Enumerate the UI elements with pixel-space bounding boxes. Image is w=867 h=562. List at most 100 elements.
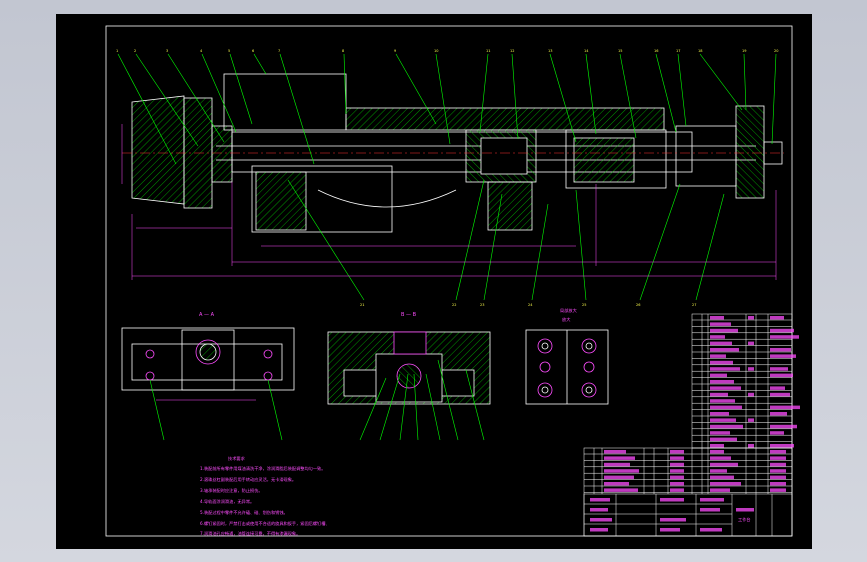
svg-text:11: 11 (486, 49, 490, 53)
svg-text:13: 13 (548, 49, 552, 53)
parts-list-entry (770, 469, 786, 473)
parts-list (583, 313, 793, 537)
parts-list-entry (590, 528, 608, 532)
parts-list-entry (670, 469, 684, 473)
parts-list-entry (710, 322, 731, 326)
parts-list-entry (770, 392, 790, 397)
parts-list-entry (770, 354, 796, 358)
parts-list-entry (700, 508, 720, 512)
parts-list-entry (670, 456, 684, 460)
svg-text:16: 16 (654, 49, 658, 53)
svg-text:25: 25 (582, 303, 586, 307)
parts-list-entry (770, 373, 793, 378)
handwheel (735, 105, 765, 199)
parts-list-entry (710, 488, 730, 492)
parts-list-entry (710, 412, 729, 416)
svg-text:7: 7 (278, 49, 280, 53)
parts-list-entry (770, 348, 791, 352)
parts-list-entry (590, 518, 612, 522)
svg-text:24: 24 (528, 303, 533, 307)
technical-requirements: 技术要求 1.装配前所有零件用煤油清洗干净，涂润滑脂后装配调整均匀一致。 2.滚… (200, 455, 330, 537)
parts-list-entry (710, 386, 741, 390)
parts-list-entry (604, 450, 626, 454)
parts-list-entry (670, 482, 684, 486)
title-block-name: 工作台 (738, 516, 751, 523)
parts-list-entry (604, 462, 630, 467)
tech-req-line: 6.螺钉紧固时，严禁打击或使用不合适的旋具和扳手，紧固后螺钉槽、 (200, 520, 330, 527)
parts-list-entry (670, 450, 684, 454)
parts-list-entry (710, 341, 732, 346)
parts-list-entry (770, 444, 794, 448)
title-block (583, 493, 793, 537)
tech-req-line: 1.装配前所有零件用煤油清洗干净，涂润滑脂后装配调整均匀一致。 (200, 465, 325, 472)
svg-text:9: 9 (394, 49, 396, 53)
svg-text:26: 26 (636, 303, 640, 307)
parts-list-entry (710, 316, 724, 320)
parts-list-entry (590, 498, 610, 502)
parts-list-entry (710, 392, 728, 397)
svg-text:12: 12 (510, 49, 514, 53)
svg-text:27: 27 (692, 303, 696, 307)
parts-list-entry (710, 405, 742, 410)
parts-list-entry (770, 367, 788, 371)
parts-list-entry (748, 367, 754, 371)
parts-list-entry (700, 528, 722, 532)
parts-list-entry (770, 482, 786, 486)
parts-list-entry (710, 367, 740, 371)
section-a-view (121, 327, 295, 401)
parts-list-entry (604, 456, 635, 460)
parts-list-entry (748, 444, 754, 448)
drawing-svg: 12 34 56 78 9 10 11 12 13 14 15 16 17 18 19 20… (105, 25, 800, 537)
parts-list-entry (710, 328, 738, 333)
tech-req-line: 3.轴承装配时应注意，防止损伤。 (200, 487, 263, 494)
parts-list-entry (770, 450, 786, 454)
svg-text:8: 8 (342, 49, 344, 53)
parts-list-entry (770, 412, 787, 416)
parts-list-entry (748, 316, 754, 320)
svg-text:15: 15 (618, 49, 622, 53)
section-a-label: A — A (199, 312, 215, 318)
svg-text:3: 3 (166, 49, 168, 53)
section-b-view (327, 331, 491, 405)
parts-list-entry (710, 469, 727, 473)
detail-caption-1: 局部放大 (560, 307, 577, 314)
drawing-canvas[interactable]: 12 34 56 78 9 10 11 12 13 14 15 16 17 18 19 20… (56, 14, 812, 549)
parts-list-entry (710, 456, 731, 460)
parts-list-entry (700, 498, 724, 502)
parts-list-entry (770, 405, 800, 410)
parts-list-entry (670, 462, 684, 467)
cad-viewport[interactable]: 12 34 56 78 9 10 11 12 13 14 15 16 17 18 19 20… (0, 0, 867, 562)
tech-req-line: 7.润滑油孔应畅通，油管连接可靠，不得有渗漏现象。 (200, 530, 300, 537)
parts-list-entry (604, 475, 634, 480)
detail-caption-2: 放大 (562, 316, 570, 323)
svg-text:14: 14 (584, 49, 589, 53)
parts-list-entry (660, 518, 686, 522)
svg-text:17: 17 (676, 49, 680, 53)
parts-list-entry (710, 380, 734, 384)
parts-list-entry (710, 450, 724, 454)
parts-list-entry (710, 348, 739, 352)
parts-list-entry (770, 386, 785, 390)
svg-text:6: 6 (252, 49, 254, 53)
parts-list-entry (770, 488, 786, 492)
parts-list-entry (710, 444, 724, 448)
tech-req-line: 4.导轨面涂润滑油，无异常。 (200, 498, 254, 505)
parts-list-entry (770, 456, 786, 460)
parts-list-entry (710, 418, 736, 422)
parts-list-entry (770, 316, 784, 320)
tech-req-line: 5.装配过程中零件不允许磕、碰、划伤和锈蚀。 (200, 509, 288, 516)
svg-text:5: 5 (228, 49, 230, 53)
parts-list-entry (770, 462, 786, 467)
tech-req-line: 2.滚珠丝杠副装配后用手转动应灵活，无卡滞现象。 (200, 476, 296, 483)
parts-list-entry (770, 424, 797, 429)
motor-body (131, 95, 185, 205)
parts-list-entry (604, 488, 638, 492)
parts-list-entry (770, 328, 794, 333)
svg-text:1: 1 (116, 49, 118, 53)
parts-list-entry (748, 341, 754, 346)
parts-list-entry (736, 508, 754, 512)
parts-list-entry (710, 360, 733, 365)
parts-list-entry (710, 462, 738, 467)
parts-list-entry (770, 335, 799, 339)
svg-text:20: 20 (774, 49, 778, 53)
